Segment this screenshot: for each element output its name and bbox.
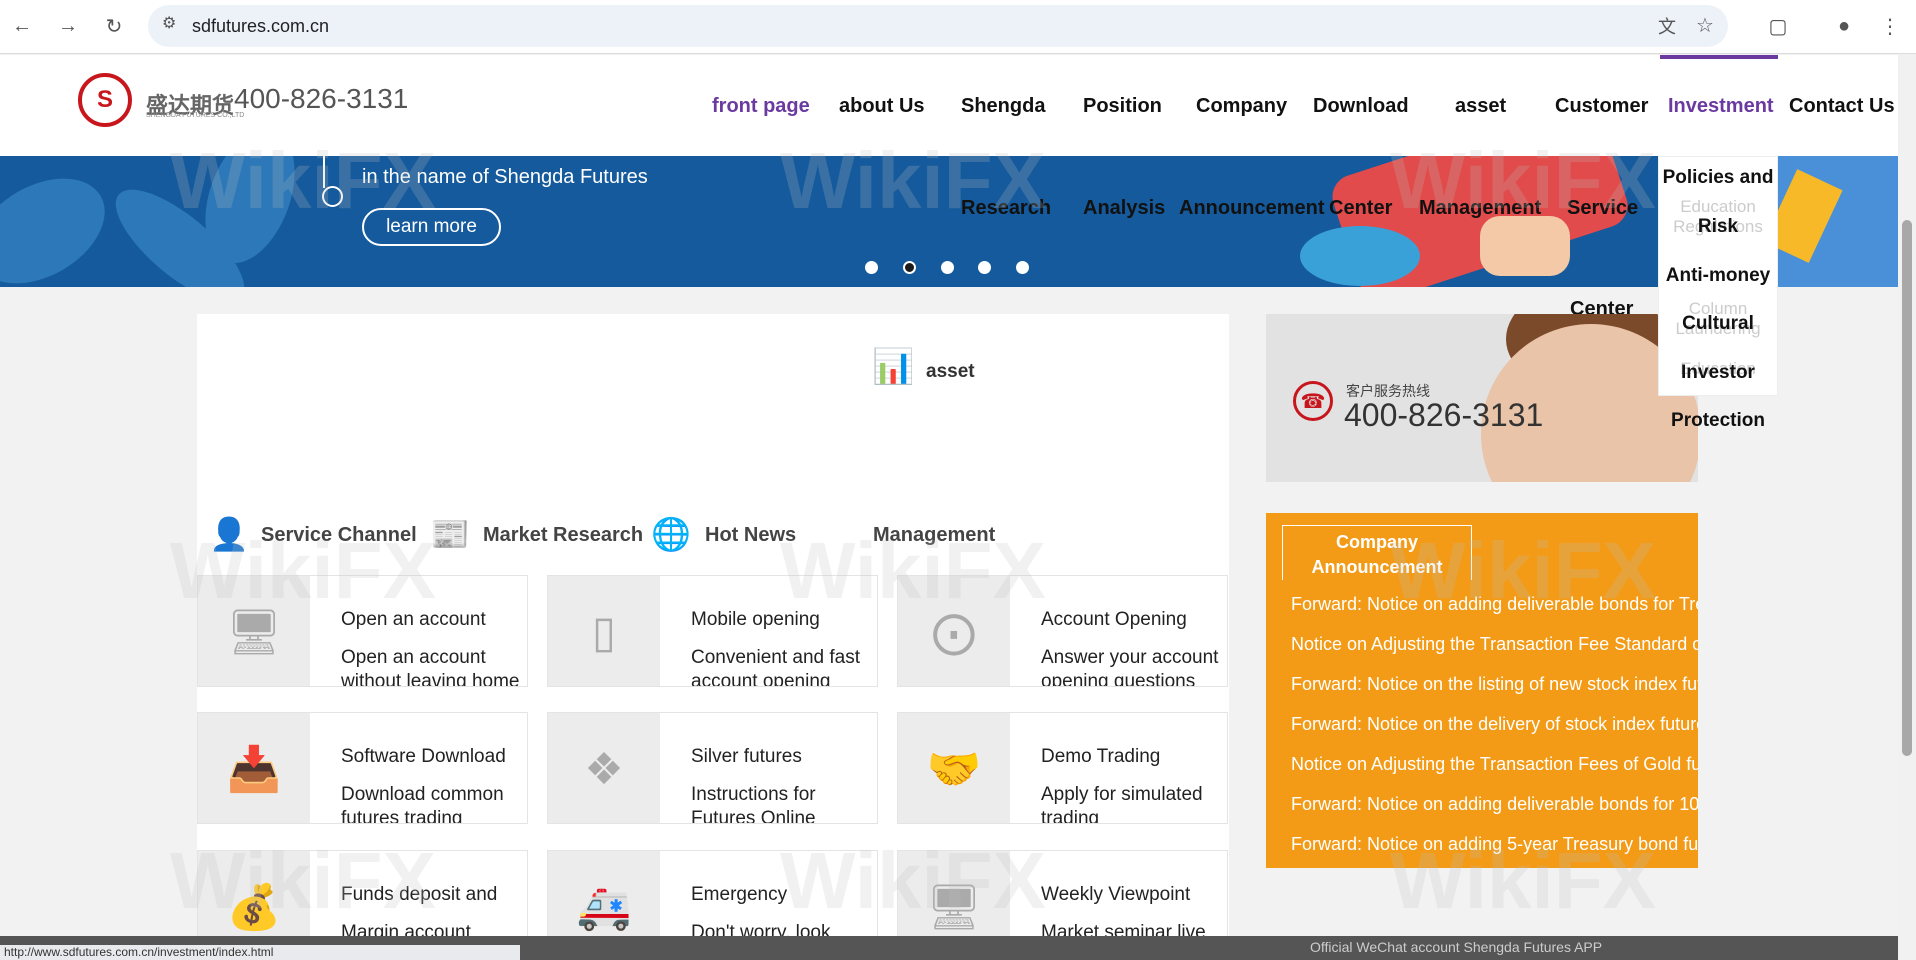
- translate-icon[interactable]: 文: [1658, 13, 1676, 39]
- tab-market-research[interactable]: Market Research: [483, 524, 643, 547]
- nav-asset-management[interactable]: asset: [1455, 95, 1506, 118]
- bookmark-star-icon[interactable]: ☆: [1696, 13, 1714, 38]
- nav-about-us[interactable]: about Us: [839, 95, 925, 118]
- shengda-logo-icon[interactable]: S: [78, 73, 132, 127]
- card-description: Open an account without leaving home: [341, 647, 520, 687]
- card-description: Convenient and fast account opening meth…: [691, 647, 861, 687]
- nav-shengda-research[interactable]: Shengda: [961, 95, 1045, 118]
- nav-front-page[interactable]: front page: [712, 95, 810, 118]
- nav-contact-us[interactable]: Contact Us: [1789, 95, 1895, 118]
- watermark: WikiFX: [1390, 526, 1656, 615]
- card-title: Silver futures: [691, 746, 802, 767]
- nav-customer-service[interactable]: Customer: [1555, 95, 1648, 118]
- cloud-graphic: [1300, 226, 1420, 286]
- card-description: Instructions for Futures Online Banking …: [691, 784, 816, 824]
- dropdown-item-cultural[interactable]: Cultural: [1658, 313, 1778, 335]
- card-description: Apply for simulated trading: [1041, 784, 1203, 824]
- webpage: S 盛达期货 SHENGDA FUTURES CO.,LTD 400-826-3…: [0, 55, 1898, 960]
- address-bar[interactable]: ⚙ sdfutures.com.cn 文 ☆: [148, 5, 1728, 47]
- handshake-icon: 🤝: [898, 713, 1010, 823]
- hotline-number: 400-826-3131: [1344, 397, 1544, 433]
- watermark: WikiFX: [780, 136, 1046, 225]
- watermark: WikiFX: [170, 526, 436, 615]
- nav-download-center[interactable]: Download: [1313, 95, 1409, 118]
- phone-icon: ☎: [1293, 381, 1333, 421]
- watermark: WikiFX: [780, 526, 1046, 615]
- watermark: WikiFX: [1390, 136, 1656, 225]
- card-title: Weekly Viewpoint: [1041, 884, 1191, 905]
- announcement-link[interactable]: Notice on Adjusting the Transaction Fee …: [1291, 634, 1698, 655]
- dropdown-item-protection[interactable]: Protection: [1658, 410, 1778, 432]
- download-icon: 📥: [198, 713, 310, 823]
- globe-icon[interactable]: 🌐: [651, 515, 691, 553]
- brand-subtitle: SHENGDA FUTURES CO.,LTD: [146, 112, 245, 119]
- service-card[interactable]: 🤝 Demo Trading Apply for simulated tradi…: [897, 712, 1228, 824]
- card-description: Download common futures trading software: [341, 784, 504, 824]
- carousel-dot-2[interactable]: [903, 261, 916, 274]
- announcement-link[interactable]: Forward: Notice on the delivery of stock…: [1291, 714, 1698, 735]
- nav-investment[interactable]: Investment: [1668, 95, 1774, 118]
- nav-position-analysis[interactable]: Position: [1083, 95, 1162, 118]
- card-title: Software Download: [341, 746, 506, 767]
- dropdown-item-policies[interactable]: Policies and: [1658, 167, 1778, 189]
- active-nav-indicator: [1660, 55, 1778, 59]
- mobile-icon: ▯: [548, 576, 660, 686]
- service-card[interactable]: 📥 Software Download Download common futu…: [197, 712, 528, 824]
- dropdown-item-investor[interactable]: Investor: [1658, 362, 1778, 384]
- service-card[interactable]: ❖ Silver futures Instructions for Future…: [547, 712, 878, 824]
- announcement-link[interactable]: Forward: Notice on adding deliverable bo…: [1291, 794, 1698, 815]
- announcement-link[interactable]: Forward: Notice on the listing of new st…: [1291, 674, 1698, 695]
- carousel-dot-3[interactable]: [941, 261, 954, 274]
- nav-announcement-line2[interactable]: Announcement: [1179, 197, 1325, 220]
- profile-icon[interactable]: ●: [1830, 12, 1858, 40]
- reload-icon[interactable]: ↻: [100, 12, 128, 40]
- footer-text: Official WeChat account Shengda Futures …: [1310, 939, 1603, 955]
- forward-icon[interactable]: →: [54, 12, 82, 40]
- nav-center-line2[interactable]: Center: [1329, 197, 1392, 220]
- url-text[interactable]: sdfutures.com.cn: [192, 16, 329, 37]
- status-bar-url: http://www.sdfutures.com.cn/investment/i…: [0, 945, 520, 960]
- card-title: Account Opening Guide: [1041, 609, 1187, 630]
- extensions-icon[interactable]: ▢: [1764, 12, 1792, 40]
- scrollbar-thumb[interactable]: [1902, 220, 1912, 756]
- browser-toolbar: ← → ↻ ⚙ sdfutures.com.cn 文 ☆ ▢ ● ⋮: [0, 0, 1916, 54]
- nav-analysis-line2[interactable]: Analysis: [1083, 197, 1165, 220]
- dropdown-item-anti-money[interactable]: Anti-money: [1658, 265, 1778, 287]
- nav-company-announcement[interactable]: Company: [1196, 95, 1287, 118]
- dropdown-ghost-text: Education: [1680, 197, 1756, 216]
- watermark: WikiFX: [780, 836, 1046, 925]
- carousel-dot-4[interactable]: [978, 261, 991, 274]
- bank-card-icon: ❖: [548, 713, 660, 823]
- watermark: WikiFX: [170, 836, 436, 925]
- card-description: Answer your account opening questions: [1041, 647, 1219, 687]
- leaf-decoration: [0, 157, 124, 287]
- hotline-box[interactable]: ☎ 客户服务热线 400-826-3131: [1266, 314, 1698, 482]
- watermark: WikiFX: [170, 136, 436, 225]
- asset-chart-icon[interactable]: 📊: [872, 347, 914, 387]
- menu-dots-icon[interactable]: ⋮: [1876, 12, 1904, 40]
- carousel-dot-1[interactable]: [865, 261, 878, 274]
- card-title: Demo Trading: [1041, 746, 1161, 767]
- back-icon[interactable]: ←: [8, 12, 36, 40]
- carousel-dot-5[interactable]: [1016, 261, 1029, 274]
- tab-asset[interactable]: asset: [926, 361, 975, 383]
- site-info-icon[interactable]: ⚙: [162, 13, 176, 33]
- announcement-link[interactable]: Notice on Adjusting the Transaction Fees…: [1291, 754, 1698, 775]
- dropdown-item-risk[interactable]: Risk: [1658, 216, 1778, 238]
- header-hotline: 400-826-3131: [234, 83, 409, 114]
- watermark: WikiFX: [1390, 836, 1656, 925]
